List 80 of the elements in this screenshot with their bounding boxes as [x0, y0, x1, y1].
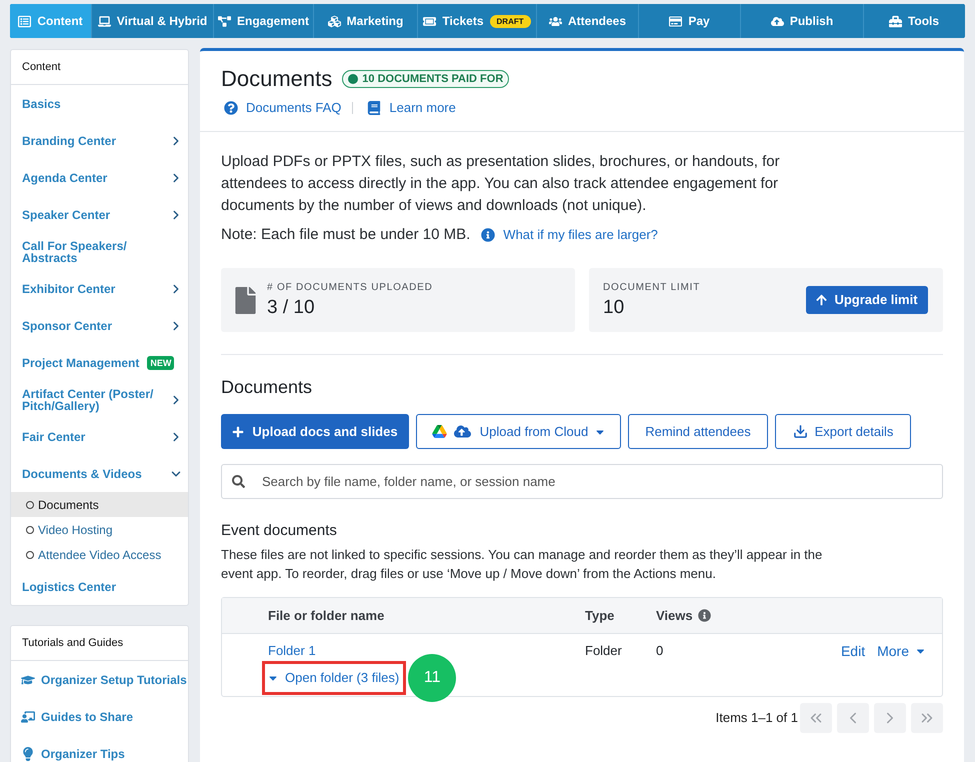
sidebar-subitem[interactable]: Attendee Video Access [11, 542, 188, 567]
action-link[interactable]: Edit [840, 642, 866, 660]
info-icon [481, 228, 496, 242]
step-number-marker: 11 [408, 654, 456, 702]
next-page-button[interactable] [874, 703, 906, 733]
help-link[interactable]: Documents FAQ [224, 98, 342, 118]
search-icon [232, 475, 245, 488]
sidebar-item[interactable]: Agenda Center [11, 159, 188, 196]
sidebar-item[interactable]: Logistics Center [11, 568, 188, 605]
subsection-title: Event documents [221, 521, 338, 541]
nav-tab[interactable]: Tools [863, 4, 964, 38]
sidebar-item[interactable]: Artifact Center (Poster/ Pitch/Gallery) [11, 381, 188, 418]
cubes-icon [328, 14, 341, 28]
previous-page-button[interactable] [837, 703, 869, 733]
sidebar-subitem[interactable]: Documents [11, 492, 188, 517]
stat-label: DOCUMENT LIMIT [603, 282, 700, 294]
sidebar-item[interactable]: Guides to Share [11, 698, 188, 735]
card-icon [669, 14, 682, 28]
sidebar-item[interactable]: Organizer Tips [11, 735, 188, 762]
action-link[interactable]: More [877, 642, 926, 660]
sidebar-item[interactable]: Call For Speakers/ Abstracts [11, 233, 188, 270]
pagination-summary: Items 1–1 of 1 [716, 709, 798, 728]
sidebar-item[interactable]: Speaker Center [11, 196, 188, 233]
cloud-upload-icon [770, 14, 784, 28]
ticket-icon [423, 14, 436, 28]
plus-icon [232, 426, 244, 438]
section-heading: Documents [221, 376, 314, 399]
page-title: Documents [221, 66, 332, 92]
cloud-upload-icon [454, 424, 471, 439]
triangle-logo-icon [432, 425, 447, 438]
people-icon [548, 14, 562, 28]
open-folder-link[interactable]: Open folder (3 files) [268, 669, 400, 687]
stat-value: 10 [603, 296, 624, 318]
sidebar-item[interactable]: Organizer Setup Tutorials [11, 661, 188, 698]
column-header: Views [656, 606, 693, 625]
help-link[interactable]: Learn more [367, 98, 456, 118]
help-icon [224, 101, 238, 115]
column-header: File or folder name [268, 606, 384, 625]
last-page-button[interactable] [911, 703, 943, 733]
first-page-button[interactable] [800, 703, 832, 733]
upgrade-button[interactable]: Upgrade limit [806, 286, 928, 314]
stat-label: # OF DOCUMENTS UPLOADED [267, 282, 433, 294]
lightbulb-icon [21, 746, 35, 760]
sidebar-item[interactable]: Branding Center [11, 122, 188, 159]
remind-button[interactable]: Remind attendees [628, 414, 768, 449]
upload-button[interactable]: Upload docs and slides [221, 414, 409, 449]
sidebar-item[interactable]: Project Management NEW [11, 344, 188, 381]
description-text: Upload PDFs or PPTX files, such as presentation slides, brochures, or handouts, for attendees to access directly in the app. You can also track attendee engagement for documents by the number of views and downloads (not unique). [221, 152, 781, 216]
laptop-icon [98, 14, 111, 28]
book-icon [367, 101, 382, 115]
badge-label: 10 DOCUMENTS PAID FOR [362, 72, 504, 87]
export-button[interactable]: Export details [775, 414, 911, 449]
file-icon [235, 286, 256, 314]
folder-link[interactable]: Folder 1 [268, 642, 316, 660]
sidebar-section-title: Content [11, 50, 188, 85]
toolbox-icon [888, 14, 902, 28]
new-badge: NEW [147, 356, 174, 370]
sidebar-section-title: Tutorials and Guides [11, 626, 188, 661]
sidebar-item[interactable]: Fair Center [11, 418, 188, 455]
table-cell-text: 0 [656, 642, 664, 660]
search-field[interactable]: Search by file name, folder name, or session name [221, 464, 943, 499]
diagram-icon [218, 14, 231, 28]
sidebar-subitem[interactable]: Video Hosting [11, 517, 188, 542]
help-link[interactable]: What if my files are larger? [503, 225, 658, 245]
sidebar-item[interactable]: Exhibitor Center [11, 270, 188, 307]
stat-value: 3 / 10 [267, 296, 315, 318]
sidebar-item[interactable]: Sponsor Center [11, 307, 188, 344]
subsection-text: These files are not linked to specific sessions. You can manage and reorder them as they’ll appear in the event app. To reorder, drag files or use ‘Move up / Move down’ from the Actions menu. [221, 546, 824, 583]
download-icon [792, 424, 808, 439]
arrow-up-icon [816, 294, 828, 306]
column-header: Type [585, 606, 614, 625]
note-text: Note: Each file must be under 10 MB. [221, 224, 470, 245]
presenter-icon [21, 710, 35, 724]
nav-tab[interactable]: Content [10, 4, 91, 38]
sidebar-item[interactable]: Basics [11, 85, 188, 122]
table-cell-text: Folder [585, 642, 623, 660]
cloud-upload-button[interactable]: Upload from Cloud [416, 414, 621, 449]
status-badge: DRAFT [490, 14, 531, 28]
list-icon [18, 14, 32, 28]
sidebar-item[interactable]: Documents & Videos [11, 455, 188, 492]
